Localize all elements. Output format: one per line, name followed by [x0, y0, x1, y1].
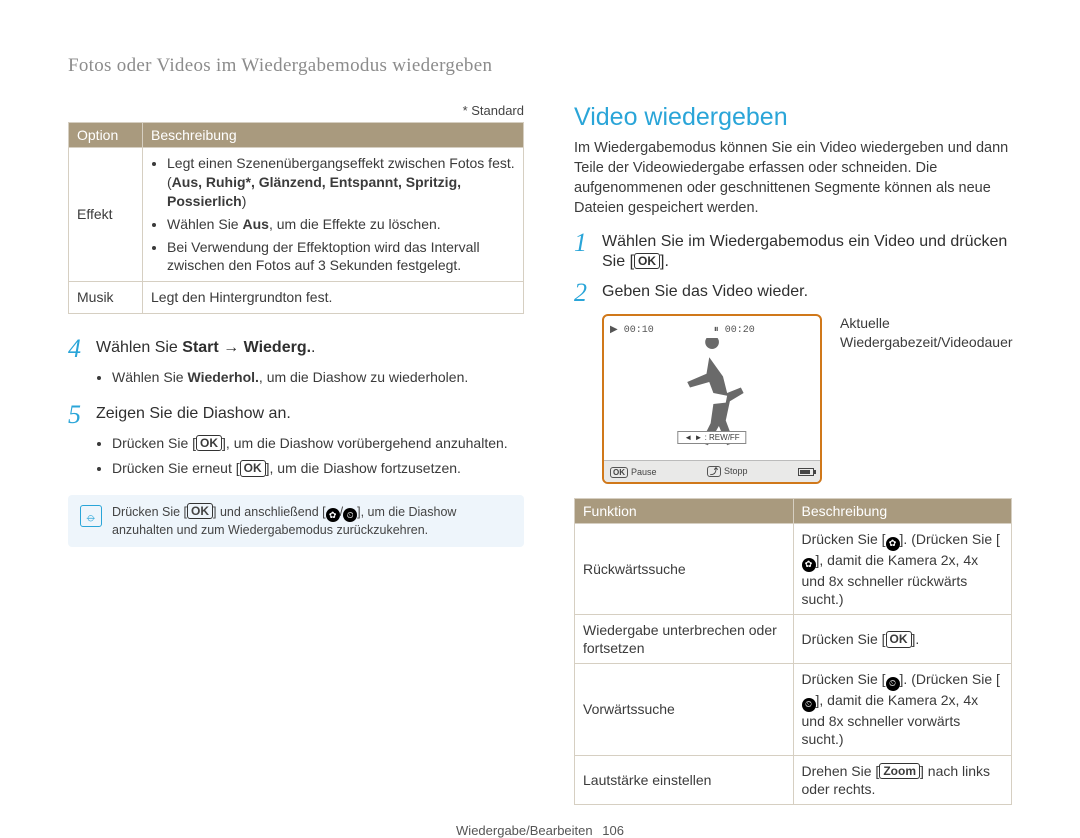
footer-section: Wiedergabe/Bearbeiten: [456, 823, 593, 838]
lcd-figure: 00:10 00:20 ◄ ► : REW/FF OKPause ⤴Stopp: [602, 314, 1012, 484]
lcd-caption: Aktuelle Wiedergabezeit/Videodauer: [840, 314, 1010, 352]
battery-icon: [798, 468, 814, 476]
total-time: 00:20: [714, 324, 755, 336]
stop-control: ⤴Stopp: [707, 466, 748, 477]
cell-desc: Drehen Sie [Zoom] nach links oder rechts…: [793, 755, 1012, 804]
zoom-label: Zoom: [879, 763, 920, 779]
cell-musik-label: Musik: [69, 282, 143, 314]
flower-icon: ✿: [886, 537, 900, 551]
intro-paragraph: Im Wiedergabemodus können Sie ein Video …: [574, 138, 1012, 218]
ok-icon: OK: [187, 503, 213, 519]
step-number: 2: [574, 280, 602, 306]
cell-label: Vorwärtssuche: [575, 664, 794, 755]
lcd-bottombar: OKPause ⤴Stopp: [604, 460, 820, 482]
page-header: Fotos oder Videos im Wiedergabemodus wie…: [68, 55, 1012, 77]
th-option: Option: [69, 123, 143, 148]
cell-effekt-desc: Legt einen Szenenübergangseffekt zwische…: [143, 148, 524, 282]
step-text: Wählen Sie Start → Wiederg..: [96, 338, 524, 358]
step-2: 2 Geben Sie das Video wieder.: [574, 282, 1012, 306]
ok-icon: OK: [634, 253, 660, 269]
effekt-bullet-1: Legt einen Szenenübergangseffekt zwische…: [167, 154, 515, 211]
effekt-bullet-2: Wählen Sie Aus, um die Effekte zu lösche…: [167, 215, 515, 234]
step-number: 4: [68, 336, 96, 362]
right-column: Video wiedergeben Im Wiedergabemodus kön…: [574, 103, 1012, 805]
step-substeps: Wählen Sie Wiederhol., um die Diashow zu…: [96, 368, 524, 388]
standard-note: * Standard: [68, 103, 524, 118]
th-function: Funktion: [575, 499, 794, 524]
table-row: Musik Legt den Hintergrundton fest.: [69, 282, 524, 314]
step-5: 5 Zeigen Sie die Diashow an. Drücken Sie…: [68, 404, 524, 479]
ok-icon: OK: [610, 467, 628, 478]
table-row: Rückwärtssuche Drücken Sie [✿]. (Drücken…: [575, 524, 1012, 615]
table-row: Effekt Legt einen Szenenübergangseffekt …: [69, 148, 524, 282]
cell-desc: Drücken Sie [✿]. (Drücken Sie [✿], damit…: [793, 524, 1012, 615]
flower-icon: ✿: [326, 508, 340, 522]
rew-ff-label: ◄ ► : REW/FF: [677, 431, 746, 444]
left-column: * Standard Option Beschreibung Effekt Le…: [68, 103, 524, 805]
step-text: Zeigen Sie die Diashow an.: [96, 404, 524, 424]
lcd-topbar: 00:10 00:20: [610, 322, 814, 338]
table-row: Wiedergabe unterbrechen oder fortsetzen …: [575, 615, 1012, 664]
ok-icon: OK: [886, 631, 912, 647]
table-row: Vorwärtssuche Drücken Sie [⏲]. (Drücken …: [575, 664, 1012, 755]
step-number: 5: [68, 402, 96, 428]
step-4: 4 Wählen Sie Start → Wiederg.. Wählen Si…: [68, 338, 524, 388]
playback-time: 00:10: [610, 324, 654, 336]
page-footer: Wiedergabe/Bearbeiten 106: [68, 823, 1012, 838]
cell-effekt-label: Effekt: [69, 148, 143, 282]
cell-desc: Drücken Sie [⏲]. (Drücken Sie [⏲], damit…: [793, 664, 1012, 755]
table-header-row: Option Beschreibung: [69, 123, 524, 148]
options-table: Option Beschreibung Effekt Legt einen Sz…: [68, 122, 524, 314]
note-box: ⦵ Drücken Sie [OK] und anschließend [✿/⏲…: [68, 495, 524, 547]
pause-control: OKPause: [610, 467, 657, 477]
cell-musik-desc: Legt den Hintergrundton fest.: [143, 282, 524, 314]
flower-icon: ✿: [802, 558, 816, 572]
cell-label: Lautstärke einstellen: [575, 755, 794, 804]
step-text: Geben Sie das Video wieder.: [602, 282, 1012, 302]
timer-icon: ⏲: [802, 698, 816, 712]
step-number: 1: [574, 230, 602, 256]
columns: * Standard Option Beschreibung Effekt Le…: [68, 103, 1012, 805]
th-desc: Beschreibung: [143, 123, 524, 148]
cell-desc: Drücken Sie [OK].: [793, 615, 1012, 664]
note-icon: ⦵: [80, 505, 102, 527]
function-table: Funktion Beschreibung Rückwärtssuche Drü…: [574, 498, 1012, 805]
step-1: 1 Wählen Sie im Wiedergabemodus ein Vide…: [574, 232, 1012, 272]
manual-page: Fotos oder Videos im Wiedergabemodus wie…: [68, 55, 1012, 775]
ok-icon: OK: [196, 435, 222, 451]
lcd-screen: 00:10 00:20 ◄ ► : REW/FF OKPause ⤴Stopp: [602, 314, 822, 484]
table-row: Lautstärke einstellen Drehen Sie [Zoom] …: [575, 755, 1012, 804]
ok-icon: OK: [240, 460, 266, 476]
cell-label: Rückwärtssuche: [575, 524, 794, 615]
cell-label: Wiedergabe unterbrechen oder fortsetzen: [575, 615, 794, 664]
up-icon: ⤴: [707, 466, 721, 477]
section-heading: Video wiedergeben: [574, 103, 1012, 132]
step-text: Wählen Sie im Wiedergabemodus ein Video …: [602, 232, 1012, 272]
effekt-bullet-3: Bei Verwendung der Effektoption wird das…: [167, 238, 515, 276]
table-header-row: Funktion Beschreibung: [575, 499, 1012, 524]
step-substeps: Drücken Sie [OK], um die Diashow vorüber…: [96, 434, 524, 479]
note-text: Drücken Sie [OK] und anschließend [✿/⏲],…: [112, 503, 512, 539]
th-desc: Beschreibung: [793, 499, 1012, 524]
timer-icon: ⏲: [343, 508, 357, 522]
timer-icon: ⏲: [886, 677, 900, 691]
page-number: 106: [602, 823, 624, 838]
